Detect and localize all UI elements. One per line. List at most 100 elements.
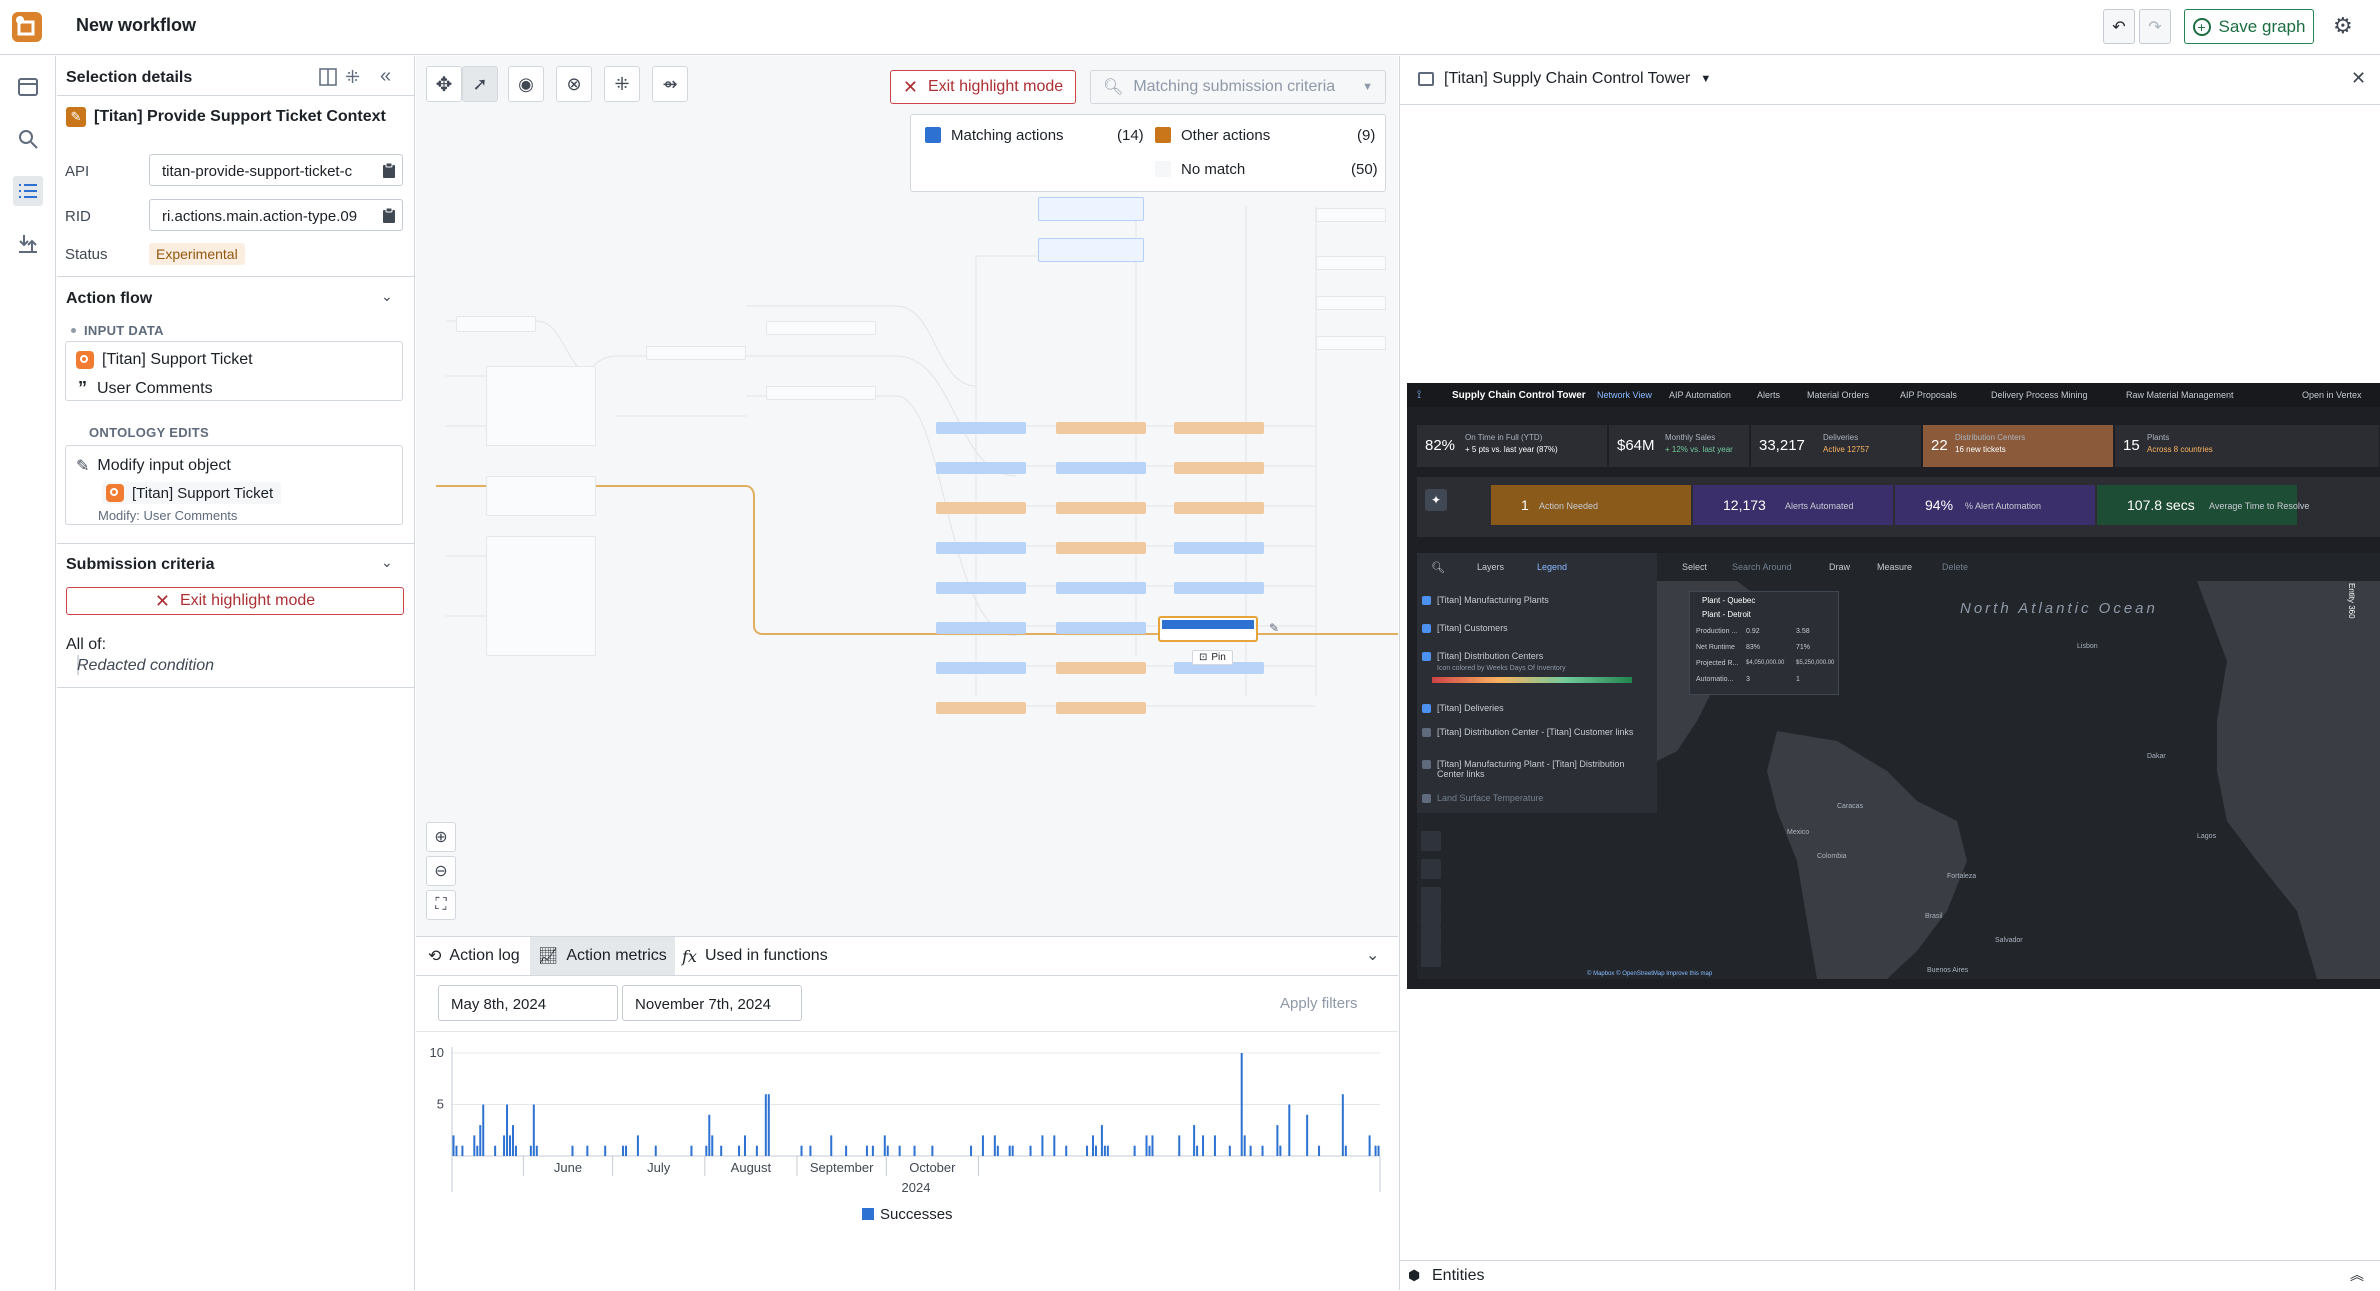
edit-object-name[interactable]: [Titan] Support Ticket [132, 485, 273, 502]
graph-node[interactable] [1038, 238, 1144, 262]
chevron-down-icon[interactable]: ⌄ [381, 288, 393, 305]
network-map[interactable]: 🔍︎ Layers Legend Select Search Around Dr… [1417, 553, 2380, 979]
date-to-input[interactable]: November 7th, 2024 [622, 985, 802, 1021]
collapse-panel-icon[interactable]: « [380, 65, 391, 88]
submission-criteria-title[interactable]: Submission criteria [66, 556, 215, 574]
layer-checkbox[interactable] [1422, 704, 1431, 713]
map-tool-measure[interactable]: Measure [1877, 562, 1912, 572]
aip-card-action[interactable]: 1 Action Needed [1491, 485, 1691, 525]
graph-node[interactable] [1174, 542, 1264, 554]
map-tab-layers[interactable]: Layers [1477, 562, 1504, 572]
map-zoom-out-icon[interactable] [1421, 927, 1441, 947]
layer-checkbox[interactable] [1422, 596, 1431, 605]
graph-node[interactable] [936, 462, 1026, 474]
map-fit-icon[interactable] [1421, 887, 1441, 907]
graph-layout-icon[interactable]: ⁜ [345, 67, 360, 88]
graph-node[interactable] [936, 702, 1026, 714]
dash-tab-alerts[interactable]: Alerts [1757, 390, 1780, 400]
tab-used-in-functions[interactable]: fx Used in functions [674, 937, 836, 975]
graph-node[interactable] [1316, 256, 1386, 270]
entity-360-label[interactable]: Entity 360 [2347, 583, 2356, 619]
dash-tab-aip-automation[interactable]: AIP Automation [1669, 390, 1731, 400]
graph-node[interactable] [1174, 582, 1264, 594]
exit-highlight-mode-button[interactable]: ✕ Exit highlight mode [66, 587, 404, 615]
input-object-name[interactable]: [Titan] Support Ticket [102, 351, 253, 369]
dash-tab-material-orders[interactable]: Material Orders [1807, 390, 1869, 400]
rail-import-export-icon[interactable] [13, 228, 43, 258]
api-field[interactable]: titan-provide-support-ticket-c [149, 154, 403, 186]
map-compass-icon[interactable] [1421, 947, 1441, 967]
save-graph-button[interactable]: + Save graph [2184, 9, 2314, 44]
dash-tab-raw-material[interactable]: Raw Material Management [2126, 390, 2234, 400]
graph-node[interactable] [1056, 702, 1146, 714]
undo-button[interactable]: ↶ [2103, 9, 2135, 44]
map-tool-delete[interactable]: Delete [1942, 562, 1968, 572]
graph-node[interactable] [936, 622, 1026, 634]
graph-node[interactable] [1174, 502, 1264, 514]
map-search-icon[interactable]: 🔍︎ [1431, 561, 1445, 574]
graph-node[interactable] [936, 582, 1026, 594]
graph-node[interactable] [936, 662, 1026, 674]
collapse-bottom-icon[interactable]: ⌄ [1366, 945, 1379, 965]
redo-button[interactable]: ↷ [2139, 9, 2171, 44]
map-tool-search-around[interactable]: Search Around [1732, 562, 1792, 572]
aip-card-resolve[interactable]: 107.8 secs Average Time to Resolve [2097, 485, 2309, 525]
graph-node[interactable] [1056, 462, 1146, 474]
graph-node[interactable] [1056, 542, 1146, 554]
open-in-vertex-link[interactable]: Open in Vertex [2302, 390, 2362, 400]
graph-node[interactable] [646, 346, 746, 360]
map-zoom-in-icon[interactable] [1421, 907, 1441, 927]
map-tool-draw[interactable]: Draw [1829, 562, 1850, 572]
copy-api-icon[interactable] [382, 162, 396, 179]
graph-node[interactable] [1056, 622, 1146, 634]
tab-action-metrics[interactable]: 📈︎ Action metrics [530, 937, 675, 975]
graph-node[interactable] [1174, 462, 1264, 474]
expand-up-icon[interactable]: ︽ [2350, 1265, 2364, 1285]
graph-node[interactable] [936, 542, 1026, 554]
aip-card-automation[interactable]: 94% % Alert Automation [1895, 485, 2095, 525]
apply-filters-button[interactable]: Apply filters [1280, 995, 1358, 1012]
expand-panel-icon[interactable] [319, 68, 337, 86]
map-tab-legend[interactable]: Legend [1537, 562, 1567, 572]
graph-node[interactable] [1056, 662, 1146, 674]
map-tool-select[interactable]: Select [1682, 562, 1707, 572]
layer-checkbox[interactable] [1422, 760, 1431, 769]
map-layer-icon[interactable] [1421, 859, 1441, 879]
rail-search-icon[interactable] [13, 124, 43, 154]
graph-node[interactable] [766, 321, 876, 335]
graph-node[interactable] [486, 476, 596, 516]
graph-node[interactable] [456, 316, 536, 332]
entities-bar[interactable]: ⬢ Entities ︽ [1400, 1260, 2380, 1290]
settings-gear-icon[interactable]: ⚙ [2333, 13, 2359, 39]
graph-node[interactable] [1056, 502, 1146, 514]
graph-node[interactable] [766, 386, 876, 400]
aip-card-alerts[interactable]: 12,173 Alerts Automated [1693, 485, 1893, 525]
zoom-out-button[interactable]: ⊖ [426, 856, 456, 886]
caret-down-icon[interactable]: ▼ [1700, 73, 1711, 85]
map-delete-icon[interactable] [1421, 831, 1441, 851]
action-flow-title[interactable]: Action flow [66, 290, 152, 308]
graph-node[interactable] [1316, 336, 1386, 350]
layer-checkbox[interactable] [1422, 794, 1431, 803]
layer-checkbox[interactable] [1422, 624, 1431, 633]
copy-rid-icon[interactable] [382, 207, 396, 224]
graph-node[interactable] [1316, 296, 1386, 310]
graph-node[interactable] [1038, 197, 1144, 221]
layer-checkbox[interactable] [1422, 728, 1431, 737]
node-edit-icon[interactable]: ✎ [1269, 621, 1279, 635]
graph-node[interactable] [1174, 422, 1264, 434]
graph-node[interactable] [1056, 582, 1146, 594]
fit-view-button[interactable]: ⛶ [426, 890, 456, 920]
graph-canvas[interactable]: ✥ ➚ ◉ ⊗ ⁜ ⇴ ✕ Exit highlight mode 🔍︎ Mat… [416, 56, 1398, 936]
dash-tab-delivery-process-mining[interactable]: Delivery Process Mining [1991, 390, 2088, 400]
app-logo-icon[interactable] [10, 10, 44, 44]
close-panel-icon[interactable]: ✕ [2351, 68, 2366, 89]
dash-tab-network-view[interactable]: Network View [1597, 390, 1652, 400]
graph-node[interactable] [936, 422, 1026, 434]
dash-tab-aip-proposals[interactable]: AIP Proposals [1900, 390, 1957, 400]
graph-node[interactable] [486, 366, 596, 446]
layer-checkbox[interactable] [1422, 652, 1431, 661]
tab-action-log[interactable]: ⟲ Action log [420, 937, 528, 975]
chevron-down-icon[interactable]: ⌄ [381, 554, 393, 571]
rail-list-icon[interactable] [13, 176, 43, 206]
